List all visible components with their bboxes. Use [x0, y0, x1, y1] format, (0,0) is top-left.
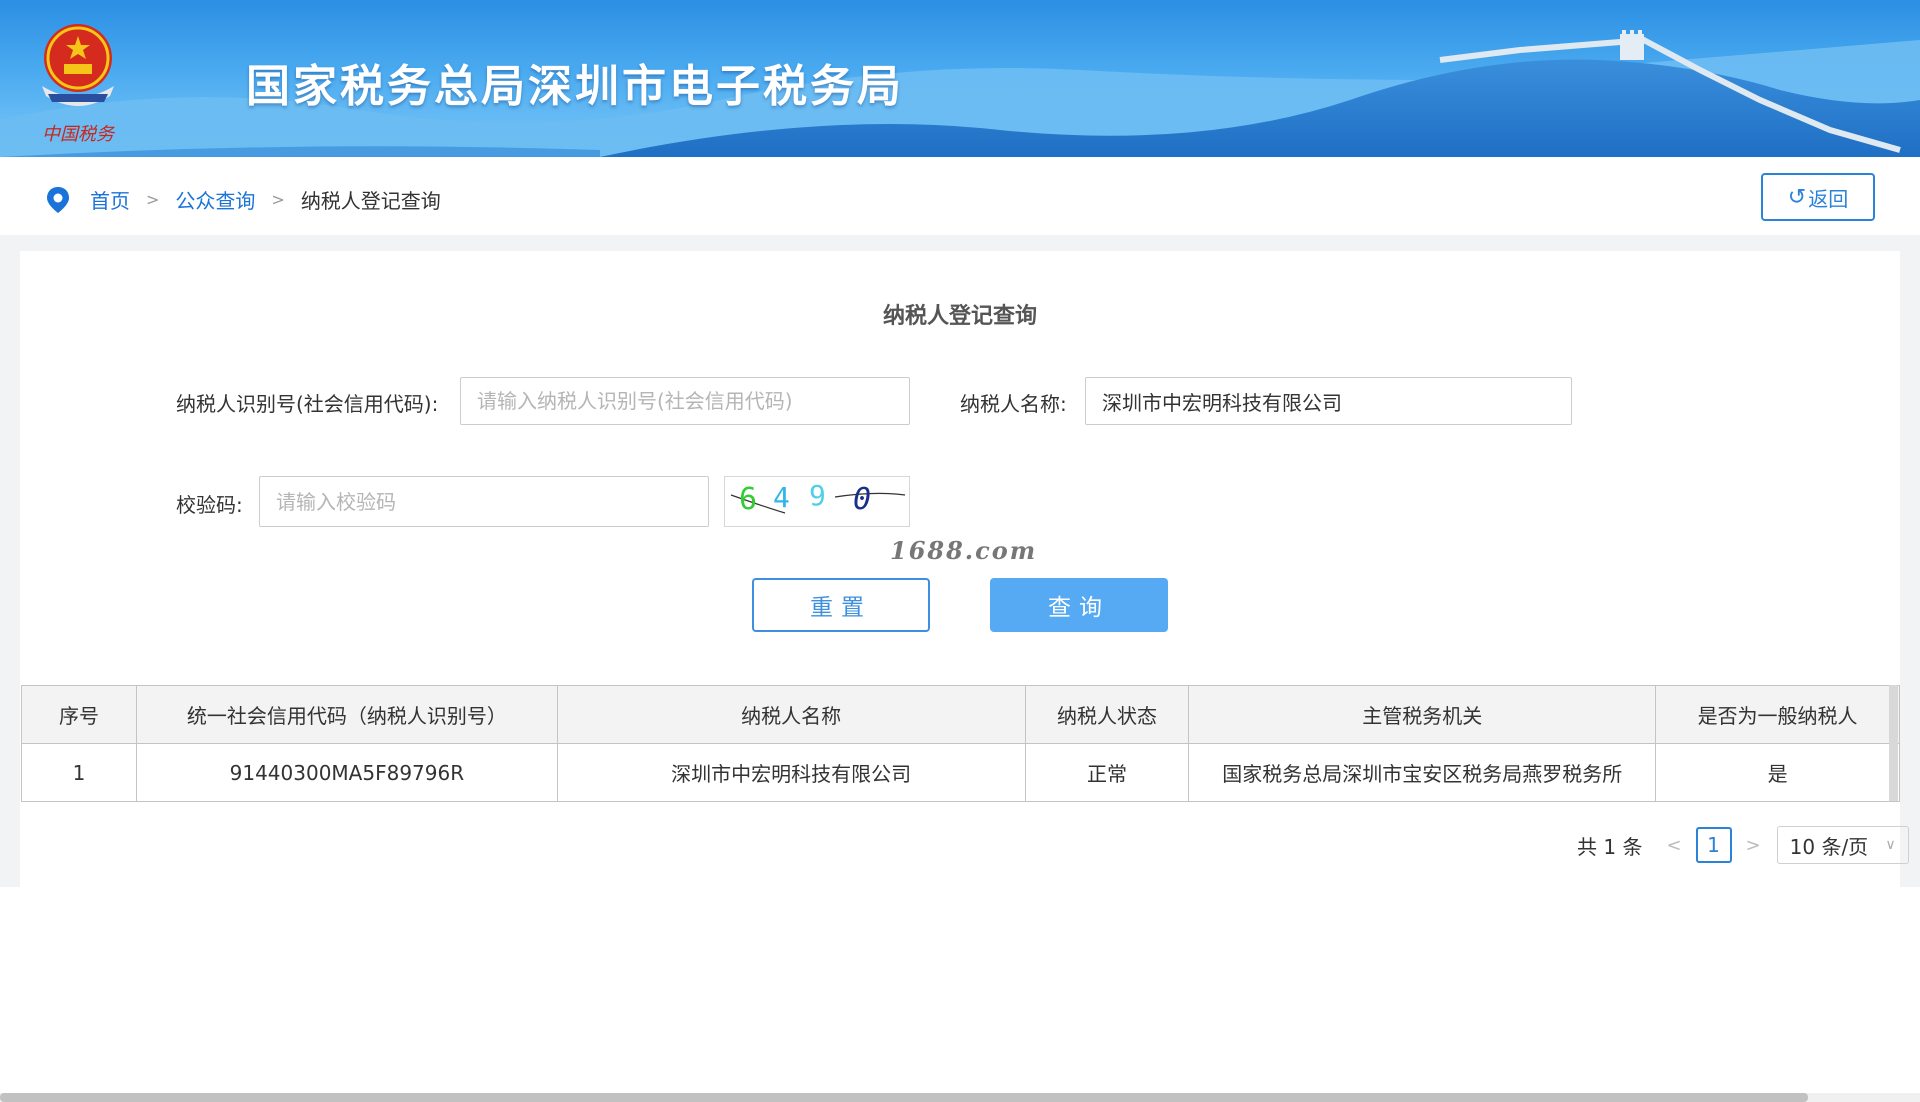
breadcrumb-separator: >: [271, 190, 285, 209]
watermark-text: 1688.com: [890, 536, 1038, 565]
total-count: 共 1 条: [1577, 834, 1643, 859]
undo-arrow-icon: ↺: [1787, 184, 1807, 210]
svg-text:中国税务: 中国税务: [42, 124, 116, 145]
query-button[interactable]: 查询: [990, 578, 1168, 632]
table-row: 1 91440300MA5F89796R 深圳市中宏明科技有限公司 正常 国家税…: [21, 743, 1900, 802]
captcha-char-3: 9: [809, 479, 826, 512]
horizontal-scrollbar[interactable]: [0, 1093, 1920, 1102]
breadcrumb-home-link[interactable]: 首页: [90, 185, 130, 214]
prev-page-icon[interactable]: <: [1666, 835, 1681, 856]
taxpayer-name-label: 纳税人名称:: [960, 392, 1067, 416]
column-header-tax-authority: 主管税务机关: [1188, 685, 1657, 744]
results-table: 序号 统一社会信用代码（纳税人识别号） 纳税人名称 纳税人状态 主管税务机关 是…: [21, 685, 1900, 802]
table-header-row: 序号 统一社会信用代码（纳税人识别号） 纳税人名称 纳税人状态 主管税务机关 是…: [21, 685, 1900, 744]
cell-taxpayer-name: 深圳市中宏明科技有限公司: [556, 743, 1026, 802]
breadcrumb-separator: >: [146, 190, 160, 209]
content-gutter-left: [0, 235, 20, 887]
taxpayer-name-input[interactable]: [1085, 377, 1572, 425]
back-button[interactable]: ↺ 返回: [1761, 173, 1875, 221]
taxpayer-id-input[interactable]: [460, 377, 910, 425]
captcha-image[interactable]: 6 4 9 0: [724, 476, 910, 527]
column-header-credit-code: 统一社会信用代码（纳税人识别号）: [135, 685, 558, 744]
captcha-drawing: 6 4 9 0: [730, 479, 906, 517]
scrollbar-thumb[interactable]: [0, 1093, 1808, 1102]
taxpayer-id-label: 纳税人识别号(社会信用代码):: [176, 392, 439, 416]
page-size-value: 10 条/页: [1789, 834, 1869, 859]
next-page-icon[interactable]: >: [1746, 835, 1761, 856]
cell-credit-code: 91440300MA5F89796R: [135, 743, 558, 802]
content-gutter-right: [1900, 235, 1920, 887]
cell-tax-authority: 国家税务总局深圳市宝安区税务局燕罗税务所: [1188, 743, 1657, 802]
reset-button[interactable]: 重置: [752, 578, 930, 632]
back-button-label: 返回: [1808, 186, 1849, 211]
cell-general-taxpayer: 是: [1655, 743, 1900, 802]
breadcrumb-current: 纳税人登记查询: [300, 189, 441, 213]
captcha-char-1: 6: [739, 482, 757, 517]
captcha-char-2: 4: [773, 481, 790, 514]
captcha-label: 校验码:: [176, 493, 243, 517]
table-vertical-scrollbar[interactable]: [1889, 685, 1898, 801]
captcha-input[interactable]: [259, 476, 709, 527]
national-emblem-logo: 中国税务: [42, 24, 116, 145]
breadcrumb-public-query-link[interactable]: 公众查询: [175, 185, 255, 214]
location-pin-icon: [47, 187, 69, 213]
chevron-down-icon: ∨: [1885, 837, 1896, 853]
captcha-char-4: 0: [853, 482, 871, 517]
column-header-taxpayer-name: 纳税人名称: [556, 685, 1026, 744]
page-number-1[interactable]: 1: [1695, 827, 1732, 863]
pagination: 共 1 条 < 1 > 10 条/页 ∨: [1577, 826, 1909, 864]
content-divider: [0, 235, 1920, 251]
column-header-status: 纳税人状态: [1024, 685, 1190, 744]
breadcrumb-bar: 首页 > 公众查询 > 纳税人登记查询 ↺ 返回: [0, 157, 1920, 235]
page-size-select[interactable]: 10 条/页 ∨: [1776, 826, 1909, 864]
column-header-general-taxpayer: 是否为一般纳税人: [1655, 685, 1900, 744]
site-title: 国家税务总局深圳市电子税务局: [246, 61, 904, 112]
page-title: 纳税人登记查询: [882, 304, 1037, 329]
cell-index: 1: [21, 743, 137, 802]
header-banner: 中国税务 国家税务总局深圳市电子税务局: [0, 0, 1920, 157]
cell-status: 正常: [1024, 743, 1190, 802]
breadcrumb: 首页 > 公众查询 > 纳税人登记查询: [90, 185, 441, 214]
column-header-index: 序号: [21, 685, 137, 744]
